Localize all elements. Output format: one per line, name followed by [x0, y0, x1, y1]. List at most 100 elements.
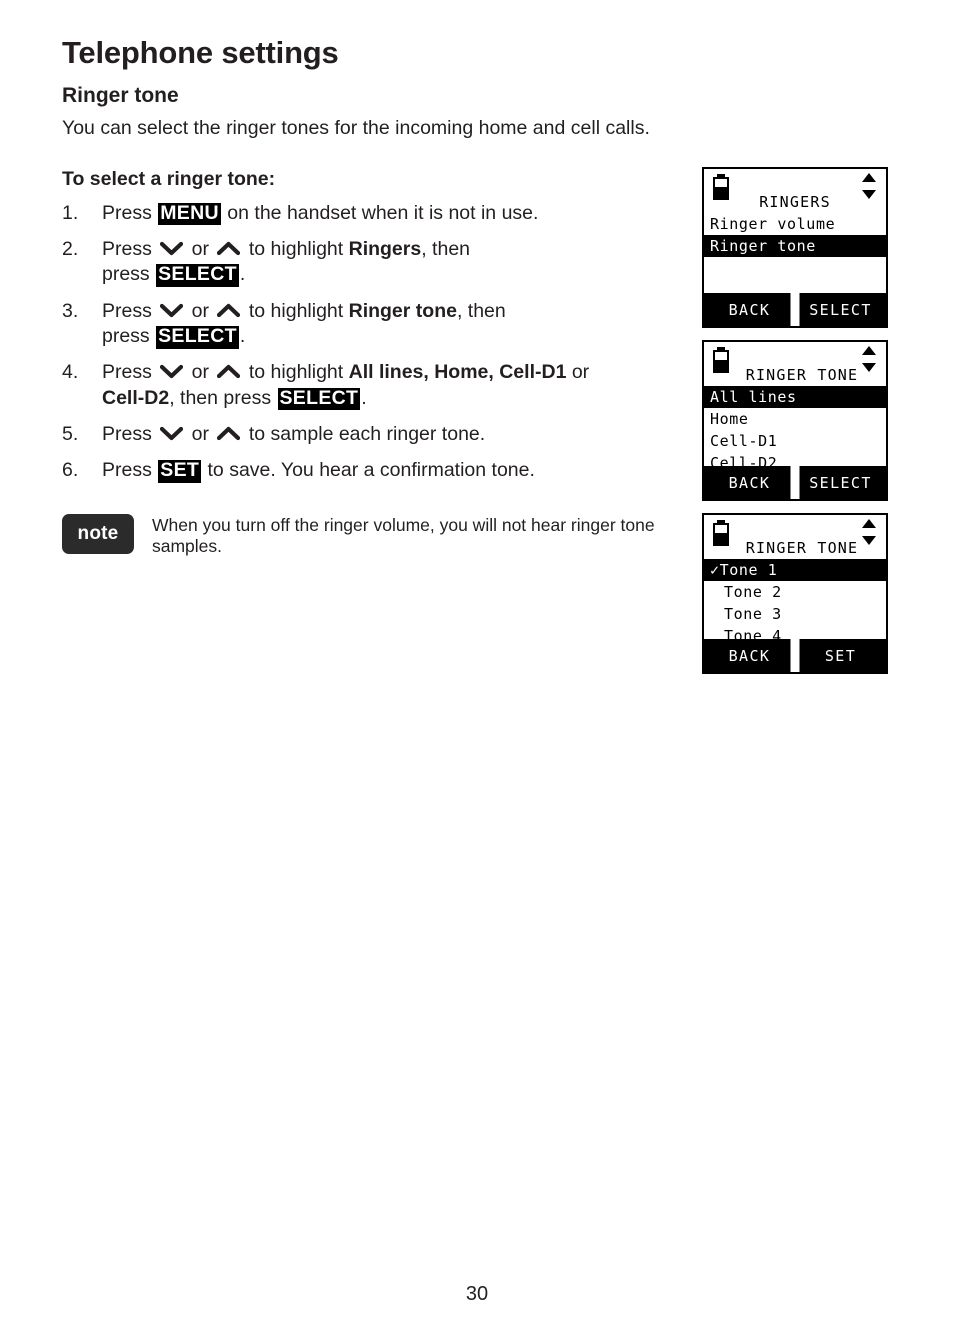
lcd-menu-item[interactable]: Tone 2 — [704, 581, 886, 603]
step-text-pre: Press — [102, 299, 158, 322]
procedure-heading: To select a ringer tone: — [62, 167, 276, 190]
softkey-back[interactable]: BACK — [704, 293, 795, 326]
step-text: Press or to sample each ringer tone. — [102, 422, 682, 447]
lcd-menu-item[interactable]: Ringer volume — [704, 213, 886, 235]
select-key: SELECT — [156, 324, 239, 349]
step-text-pre2: press — [102, 324, 156, 347]
softkey-back[interactable]: BACK — [704, 639, 795, 672]
chevron-up-icon — [217, 303, 241, 318]
chevron-up-icon — [217, 364, 241, 379]
set-key: SET — [158, 459, 202, 484]
select-key: SELECT — [156, 263, 239, 288]
softkey-select[interactable]: SELECT — [795, 293, 886, 326]
battery-icon — [713, 174, 729, 200]
step-text-end: or — [566, 361, 590, 384]
step-1: 1. Press MENU on the handset when it is … — [62, 201, 682, 226]
step-text-post: to sample each ringer tone. — [243, 422, 486, 445]
step-emphasis: Ringers — [348, 237, 422, 260]
lcd-menu-item-selected[interactable]: All lines — [704, 386, 886, 408]
step-text-post: to highlight — [243, 361, 349, 384]
lcd-screen-2: RINGER TONE All lines Home Cell-D1 Cell-… — [702, 340, 888, 501]
step-text-post2: . — [239, 263, 246, 286]
step-emphasis: All lines, Home, Cell-D1 — [348, 361, 567, 384]
step-2: 2. Press or to highlight Ringers, then p… — [62, 237, 682, 288]
step-emphasis: Ringer tone — [348, 299, 457, 322]
chevron-up-icon — [217, 241, 241, 256]
lcd-menu-item-selected[interactable]: Ringer tone — [704, 235, 886, 257]
page-title: Telephone settings — [62, 35, 339, 70]
step-emphasis-2: Cell-D2 — [102, 386, 170, 409]
lcd-menu-list: All lines Home Cell-D1 Cell-D2 — [704, 386, 886, 474]
softkey-back[interactable]: BACK — [704, 466, 795, 499]
lcd-body: RINGERS Ringer volume Ringer tone — [704, 169, 886, 293]
lcd-status-bar — [704, 515, 886, 549]
lcd-softkey-bar: BACK SELECT — [704, 293, 886, 326]
step-text-line2: Cell-D2, then press SELECT. — [102, 386, 682, 411]
step-number: 6. — [62, 459, 79, 482]
lcd-screen-3: RINGER TONE ✓Tone 1 Tone 2 Tone 3 Tone 4… — [702, 513, 888, 674]
softkey-divider — [790, 466, 800, 499]
step-text-mid: or — [186, 299, 215, 322]
step-text-line2: press SELECT. — [102, 324, 682, 349]
note-badge: note — [62, 513, 134, 554]
lcd-status-bar — [704, 169, 886, 203]
step-text-line1: Press or to highlight Ringers, then — [102, 237, 682, 262]
lcd-body: RINGER TONE All lines Home Cell-D1 Cell-… — [704, 342, 886, 472]
step-6: 6. Press SET to save. You hear a confirm… — [62, 458, 682, 484]
step-text-pre: Press — [102, 459, 158, 482]
page-number: 30 — [465, 1283, 489, 1305]
lcd-menu-item[interactable]: Cell-D1 — [704, 430, 886, 452]
step-text: Press MENU on the handset when it is not… — [102, 201, 682, 226]
step-text-mid: or — [186, 237, 215, 260]
battery-icon — [713, 520, 729, 546]
step-text-post: to highlight — [243, 237, 349, 260]
step-text-mid: or — [186, 422, 215, 445]
chevron-up-icon — [217, 426, 241, 441]
battery-icon — [713, 347, 729, 373]
up-down-arrows-icon — [861, 346, 877, 372]
lcd-menu-item[interactable]: Home — [704, 408, 886, 430]
step-text-post: to save. You hear a confirmation tone. — [202, 459, 535, 482]
procedure-steps: 1. Press MENU on the handset when it is … — [62, 201, 682, 484]
step-text-end: , then — [421, 237, 471, 260]
softkey-divider — [790, 639, 800, 672]
step-text-pre2: , then press — [169, 386, 277, 409]
lcd-status-bar — [704, 342, 886, 376]
step-number: 1. — [62, 201, 79, 224]
note-text: When you turn off the ringer volume, you… — [152, 514, 655, 556]
step-text: Press SET to save. You hear a confirmati… — [102, 458, 682, 484]
manual-page: Telephone settings Ringer tone You can s… — [0, 0, 954, 1336]
step-text-line2: press SELECT. — [102, 262, 682, 288]
softkey-select[interactable]: SELECT — [795, 466, 886, 499]
lcd-menu-list: Ringer volume Ringer tone — [704, 213, 886, 257]
step-text-post2: . — [239, 324, 246, 347]
step-number: 2. — [62, 237, 79, 260]
softkey-set[interactable]: SET — [795, 639, 886, 672]
chevron-down-icon — [160, 303, 184, 318]
menu-key: MENU — [158, 201, 221, 226]
softkey-divider — [790, 293, 800, 326]
step-text-pre: Press — [102, 361, 158, 384]
lcd-menu-item-selected[interactable]: ✓Tone 1 — [704, 559, 886, 581]
step-number: 4. — [62, 361, 79, 384]
lcd-softkey-bar: BACK SET — [704, 639, 886, 672]
lcd-menu-item[interactable]: Tone 3 — [704, 603, 886, 625]
step-number: 5. — [62, 422, 79, 445]
step-text-post: on the handset when it is not in use. — [221, 201, 539, 224]
step-text-mid: or — [186, 361, 215, 384]
step-text-post2: . — [361, 386, 367, 409]
chevron-down-icon — [160, 364, 184, 379]
step-3: 3. Press or to highlight Ringer tone, th… — [62, 299, 682, 350]
step-text-post: to highlight — [243, 299, 349, 322]
step-4: 4. Press or to highlight All lines, Home… — [62, 360, 682, 411]
lcd-body: RINGER TONE ✓Tone 1 Tone 2 Tone 3 Tone 4 — [704, 515, 886, 645]
step-5: 5. Press or to sample each ringer tone. — [62, 422, 682, 447]
up-down-arrows-icon — [861, 519, 877, 545]
note-block: note When you turn off the ringer volume… — [62, 513, 682, 558]
up-down-arrows-icon — [861, 173, 877, 199]
step-text-pre: Press — [102, 201, 158, 224]
step-text-end: , then — [456, 299, 506, 322]
step-number: 3. — [62, 299, 79, 322]
step-text-pre: Press — [102, 237, 158, 260]
lcd-softkey-bar: BACK SELECT — [704, 466, 886, 499]
